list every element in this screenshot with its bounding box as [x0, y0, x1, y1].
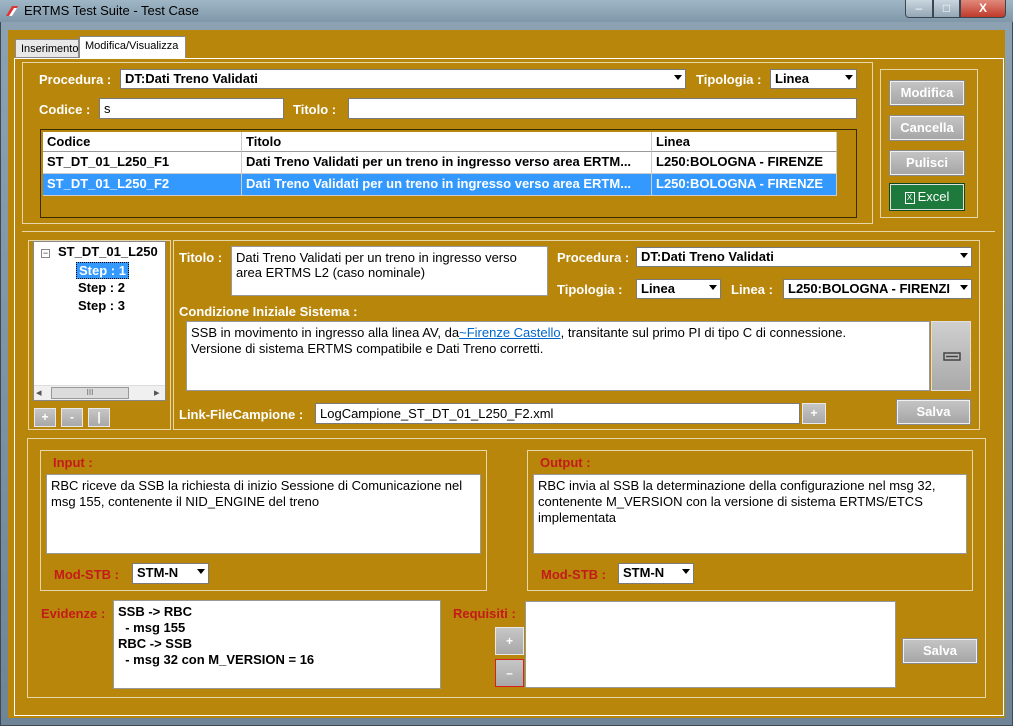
- maximize-button[interactable]: □: [933, 0, 960, 18]
- salva-step-button[interactable]: Salva: [902, 638, 978, 664]
- grid-header-linea[interactable]: Linea: [652, 132, 837, 152]
- codice-input[interactable]: s: [99, 98, 284, 119]
- tipologia-label: Tipologia :: [696, 72, 762, 87]
- tree-step-1[interactable]: Step : 1: [76, 262, 129, 279]
- chevron-down-icon: [674, 75, 682, 80]
- procedura-label: Procedura :: [39, 72, 112, 87]
- detail-linea-select[interactable]: L250:BOLOGNA - FIRENZI: [783, 279, 972, 299]
- input-modstb-label: Mod-STB :: [54, 567, 119, 582]
- requisiti-label: Requisiti :: [453, 606, 516, 621]
- input-label: Input :: [53, 455, 93, 470]
- add-requisito-button[interactable]: +: [495, 627, 524, 655]
- input-modstb-value: STM-N: [137, 565, 179, 580]
- condizione-label: Condizione Iniziale Sistema :: [179, 304, 358, 319]
- insert-step-button[interactable]: |: [88, 408, 110, 427]
- evidenze-line: - msg 32 con M_VERSION = 16: [118, 652, 315, 667]
- scroll-right-icon[interactable]: ▸: [154, 386, 160, 399]
- chevron-down-icon: [682, 569, 690, 574]
- tree-root[interactable]: ST_DT_01_L250: [58, 244, 158, 259]
- detail-tipologia-select[interactable]: Linea: [636, 279, 721, 299]
- detail-tipologia-label: Tipologia :: [557, 282, 623, 297]
- tab-inserimento[interactable]: Inserimento: [15, 39, 79, 58]
- evidenze-textarea[interactable]: SSB -> RBC - msg 155 RBC -> SSB - msg 32 …: [113, 600, 441, 689]
- grid-header-titolo[interactable]: Titolo: [242, 132, 652, 152]
- close-button[interactable]: X: [960, 0, 1006, 18]
- link-editor-button[interactable]: [931, 321, 971, 391]
- link-filecampione-label: Link-FileCampione :: [179, 407, 304, 422]
- procedura-select[interactable]: DT:Dati Treno Validati: [120, 69, 686, 89]
- detail-procedura-select[interactable]: DT:Dati Treno Validati: [636, 247, 972, 267]
- tipologia-select[interactable]: Linea: [770, 69, 857, 89]
- grid-cell-titolo-selected[interactable]: Dati Treno Validati per un treno in ingr…: [242, 174, 652, 196]
- evidenze-line: RBC -> SSB: [118, 636, 193, 651]
- input-textarea[interactable]: RBC riceve da SSB la richiesta di inizio…: [46, 474, 481, 554]
- steps-tree: − ST_DT_01_L250 Step : 1 Step : 2 Step :…: [33, 241, 166, 401]
- collapse-icon[interactable]: −: [41, 249, 50, 258]
- link-icon: [943, 352, 961, 361]
- chevron-down-icon: [845, 75, 853, 80]
- procedura-value: DT:Dati Treno Validati: [125, 71, 258, 86]
- detail-titolo-label: Titolo :: [179, 250, 223, 265]
- chevron-down-icon: [197, 569, 205, 574]
- link-add-button[interactable]: +: [802, 403, 826, 424]
- grid-cell-linea[interactable]: L250:BOLOGNA - FIRENZE: [652, 152, 837, 174]
- chevron-down-icon: [709, 285, 717, 290]
- tipologia-value: Linea: [775, 71, 809, 86]
- detail-linea-value: L250:BOLOGNA - FIRENZI: [788, 281, 951, 296]
- chevron-down-icon: [960, 253, 968, 258]
- detail-titolo-textarea[interactable]: Dati Treno Validati per un treno in ingr…: [231, 246, 548, 296]
- titolo-label: Titolo :: [293, 102, 337, 117]
- tab-modifica-visualizza[interactable]: Modifica/Visualizza: [79, 36, 186, 59]
- add-step-button[interactable]: +: [34, 408, 56, 427]
- remove-step-button[interactable]: -: [61, 408, 83, 427]
- scroll-left-icon[interactable]: ◂: [36, 386, 42, 399]
- excel-button[interactable]: X Excel: [889, 183, 965, 211]
- detail-tipologia-value: Linea: [641, 281, 675, 296]
- cancella-button[interactable]: Cancella: [889, 115, 965, 141]
- codice-label: Codice :: [39, 102, 91, 117]
- grid-cell-codice-selected[interactable]: ST_DT_01_L250_F2: [43, 174, 242, 196]
- condizione-text-3: Versione di sistema ERTMS compatibile e …: [191, 341, 544, 356]
- window-title: ERTMS Test Suite - Test Case: [24, 3, 199, 18]
- input-modstb-select[interactable]: STM-N: [132, 563, 209, 584]
- detail-linea-label: Linea :: [731, 282, 773, 297]
- tree-step-3[interactable]: Step : 3: [78, 298, 125, 313]
- grid-cell-codice[interactable]: ST_DT_01_L250_F1: [43, 152, 242, 174]
- output-textarea[interactable]: RBC invia al SSB la determinazione della…: [533, 474, 967, 554]
- output-modstb-label: Mod-STB :: [541, 567, 606, 582]
- minimize-button[interactable]: –: [905, 0, 933, 18]
- chevron-down-icon: [960, 285, 968, 290]
- scroll-thumb[interactable]: III: [51, 387, 129, 399]
- output-label: Output :: [540, 455, 591, 470]
- salva-detail-button[interactable]: Salva: [896, 399, 971, 425]
- horizontal-scrollbar[interactable]: ◂ III ▸: [34, 385, 165, 400]
- condizione-link[interactable]: ~Firenze Castello: [459, 325, 561, 340]
- output-modstb-value: STM-N: [623, 565, 665, 580]
- grid-cell-titolo[interactable]: Dati Treno Validati per un treno in ingr…: [242, 152, 652, 174]
- excel-icon: X: [904, 191, 915, 204]
- condizione-text-2: , transitante sul primo PI di tipo C di …: [560, 325, 847, 340]
- output-modstb-select[interactable]: STM-N: [618, 563, 694, 584]
- pulisci-button[interactable]: Pulisci: [889, 150, 965, 176]
- detail-procedura-value: DT:Dati Treno Validati: [641, 249, 774, 264]
- grid-header-codice[interactable]: Codice: [43, 132, 242, 152]
- tree-step-2[interactable]: Step : 2: [78, 280, 125, 295]
- detail-procedura-label: Procedura :: [557, 250, 630, 265]
- condizione-text: SSB in movimento in ingresso alla linea …: [191, 325, 460, 340]
- condizione-textarea[interactable]: SSB in movimento in ingresso alla linea …: [186, 321, 930, 391]
- app-logo-icon: [4, 3, 20, 19]
- modifica-button[interactable]: Modifica: [889, 80, 965, 106]
- link-filecampione-input[interactable]: LogCampione_ST_DT_01_L250_F2.xml: [315, 403, 800, 424]
- grid-cell-linea-selected[interactable]: L250:BOLOGNA - FIRENZE: [652, 174, 837, 196]
- titolo-input[interactable]: [348, 98, 857, 119]
- evidenze-line: SSB -> RBC: [118, 604, 193, 619]
- evidenze-label: Evidenze :: [41, 606, 106, 621]
- requisiti-list[interactable]: [525, 601, 896, 688]
- results-grid: Codice Titolo Linea ST_DT_01_L250_F1 Dat…: [40, 129, 857, 218]
- excel-button-label: Excel: [917, 189, 950, 204]
- remove-requisito-button[interactable]: –: [495, 659, 524, 687]
- evidenze-line: - msg 155: [118, 620, 186, 635]
- separator: [22, 231, 995, 232]
